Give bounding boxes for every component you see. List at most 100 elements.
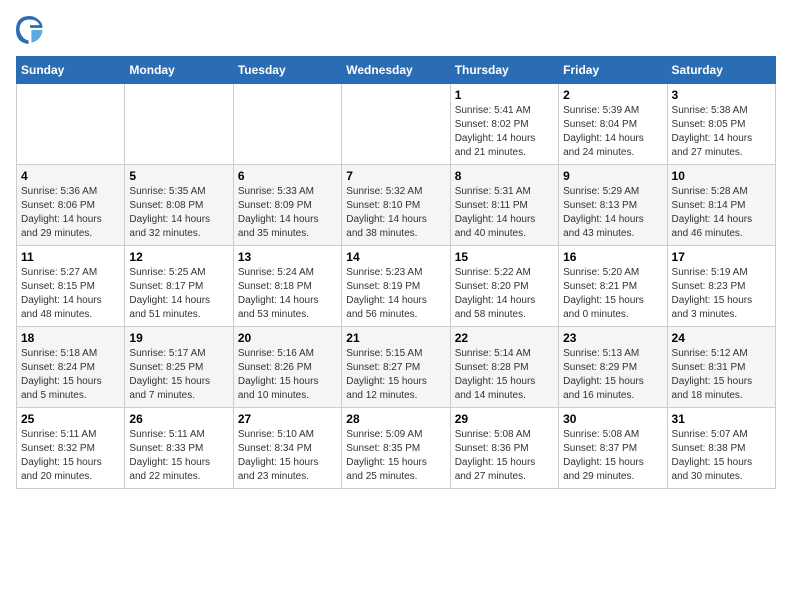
day-number: 28 bbox=[346, 412, 445, 426]
week-row-2: 4 Sunrise: 5:36 AM Sunset: 8:06 PM Daylig… bbox=[17, 165, 776, 246]
calendar-cell: 13 Sunrise: 5:24 AM Sunset: 8:18 PM Dayli… bbox=[233, 246, 341, 327]
day-number: 18 bbox=[21, 331, 120, 345]
calendar-cell: 31 Sunrise: 5:07 AM Sunset: 8:38 PM Dayli… bbox=[667, 408, 775, 489]
day-header-saturday: Saturday bbox=[667, 57, 775, 84]
day-number: 4 bbox=[21, 169, 120, 183]
calendar-cell: 26Sunrise: 5:11 AM Sunset: 8:33 PM Dayli… bbox=[125, 408, 233, 489]
calendar-cell bbox=[342, 84, 450, 165]
day-number: 3 bbox=[672, 88, 771, 102]
day-info: Sunrise: 5:14 AM Sunset: 8:28 PM Dayligh… bbox=[455, 347, 554, 403]
calendar-cell: 15 Sunrise: 5:22 AM Sunset: 8:20 PM Dayli… bbox=[450, 246, 558, 327]
day-number: 10 bbox=[672, 169, 771, 183]
day-info: Sunrise: 5:38 AM Sunset: 8:05 PM Dayligh… bbox=[672, 104, 771, 160]
calendar-cell bbox=[233, 84, 341, 165]
calendar-cell: 17 Sunrise: 5:19 AM Sunset: 8:23 PM Dayli… bbox=[667, 246, 775, 327]
calendar-cell bbox=[17, 84, 125, 165]
calendar-cell: 14 Sunrise: 5:23 AM Sunset: 8:19 PM Dayli… bbox=[342, 246, 450, 327]
day-info: Sunrise: 5:24 AM Sunset: 8:18 PM Dayligh… bbox=[238, 266, 337, 322]
day-number: 14 bbox=[346, 250, 445, 264]
week-row-5: 25 Sunrise: 5:11 AM Sunset: 8:32 PM Dayli… bbox=[17, 408, 776, 489]
days-header-row: SundayMondayTuesdayWednesdayThursdayFrid… bbox=[17, 57, 776, 84]
calendar-cell: 5 Sunrise: 5:35 AM Sunset: 8:08 PM Daylig… bbox=[125, 165, 233, 246]
day-number: 25 bbox=[21, 412, 120, 426]
calendar-cell: 8Sunrise: 5:31 AM Sunset: 8:11 PM Daylig… bbox=[450, 165, 558, 246]
calendar-cell: 27 Sunrise: 5:10 AM Sunset: 8:34 PM Dayli… bbox=[233, 408, 341, 489]
day-info: Sunrise: 5:32 AM Sunset: 8:10 PM Dayligh… bbox=[346, 185, 445, 241]
calendar: SundayMondayTuesdayWednesdayThursdayFrid… bbox=[16, 56, 776, 489]
logo-icon bbox=[16, 16, 44, 44]
day-info: Sunrise: 5:22 AM Sunset: 8:20 PM Dayligh… bbox=[455, 266, 554, 322]
day-info: Sunrise: 5:10 AM Sunset: 8:34 PM Dayligh… bbox=[238, 428, 337, 484]
day-number: 20 bbox=[238, 331, 337, 345]
day-info: Sunrise: 5:41 AM Sunset: 8:02 PM Dayligh… bbox=[455, 104, 554, 160]
day-info: Sunrise: 5:23 AM Sunset: 8:19 PM Dayligh… bbox=[346, 266, 445, 322]
day-number: 17 bbox=[672, 250, 771, 264]
day-info: Sunrise: 5:07 AM Sunset: 8:38 PM Dayligh… bbox=[672, 428, 771, 484]
day-header-friday: Friday bbox=[559, 57, 667, 84]
calendar-cell: 11 Sunrise: 5:27 AM Sunset: 8:15 PM Dayli… bbox=[17, 246, 125, 327]
day-info: Sunrise: 5:28 AM Sunset: 8:14 PM Dayligh… bbox=[672, 185, 771, 241]
day-number: 5 bbox=[129, 169, 228, 183]
day-number: 15 bbox=[455, 250, 554, 264]
day-number: 21 bbox=[346, 331, 445, 345]
calendar-cell: 29 Sunrise: 5:08 AM Sunset: 8:36 PM Dayli… bbox=[450, 408, 558, 489]
day-info: Sunrise: 5:18 AM Sunset: 8:24 PM Dayligh… bbox=[21, 347, 120, 403]
day-info: Sunrise: 5:36 AM Sunset: 8:06 PM Dayligh… bbox=[21, 185, 120, 241]
day-info: Sunrise: 5:16 AM Sunset: 8:26 PM Dayligh… bbox=[238, 347, 337, 403]
day-number: 31 bbox=[672, 412, 771, 426]
day-number: 24 bbox=[672, 331, 771, 345]
calendar-cell: 9 Sunrise: 5:29 AM Sunset: 8:13 PM Daylig… bbox=[559, 165, 667, 246]
day-info: Sunrise: 5:29 AM Sunset: 8:13 PM Dayligh… bbox=[563, 185, 662, 241]
day-info: Sunrise: 5:19 AM Sunset: 8:23 PM Dayligh… bbox=[672, 266, 771, 322]
day-info: Sunrise: 5:08 AM Sunset: 8:36 PM Dayligh… bbox=[455, 428, 554, 484]
day-number: 23 bbox=[563, 331, 662, 345]
day-info: Sunrise: 5:20 AM Sunset: 8:21 PM Dayligh… bbox=[563, 266, 662, 322]
calendar-cell: 28 Sunrise: 5:09 AM Sunset: 8:35 PM Dayli… bbox=[342, 408, 450, 489]
day-info: Sunrise: 5:09 AM Sunset: 8:35 PM Dayligh… bbox=[346, 428, 445, 484]
logo bbox=[16, 16, 48, 44]
day-number: 27 bbox=[238, 412, 337, 426]
day-info: Sunrise: 5:25 AM Sunset: 8:17 PM Dayligh… bbox=[129, 266, 228, 322]
day-info: Sunrise: 5:27 AM Sunset: 8:15 PM Dayligh… bbox=[21, 266, 120, 322]
day-number: 6 bbox=[238, 169, 337, 183]
day-info: Sunrise: 5:35 AM Sunset: 8:08 PM Dayligh… bbox=[129, 185, 228, 241]
day-number: 12 bbox=[129, 250, 228, 264]
day-number: 8 bbox=[455, 169, 554, 183]
day-number: 2 bbox=[563, 88, 662, 102]
day-info: Sunrise: 5:11 AM Sunset: 8:32 PM Dayligh… bbox=[21, 428, 120, 484]
day-number: 29 bbox=[455, 412, 554, 426]
day-number: 22 bbox=[455, 331, 554, 345]
day-header-thursday: Thursday bbox=[450, 57, 558, 84]
calendar-cell: 22 Sunrise: 5:14 AM Sunset: 8:28 PM Dayli… bbox=[450, 327, 558, 408]
calendar-cell: 19 Sunrise: 5:17 AM Sunset: 8:25 PM Dayli… bbox=[125, 327, 233, 408]
day-number: 16 bbox=[563, 250, 662, 264]
calendar-cell: 25 Sunrise: 5:11 AM Sunset: 8:32 PM Dayli… bbox=[17, 408, 125, 489]
day-info: Sunrise: 5:17 AM Sunset: 8:25 PM Dayligh… bbox=[129, 347, 228, 403]
calendar-cell: 24 Sunrise: 5:12 AM Sunset: 8:31 PM Dayli… bbox=[667, 327, 775, 408]
calendar-cell: 10 Sunrise: 5:28 AM Sunset: 8:14 PM Dayli… bbox=[667, 165, 775, 246]
calendar-cell: 2 Sunrise: 5:39 AM Sunset: 8:04 PM Daylig… bbox=[559, 84, 667, 165]
calendar-cell: 23 Sunrise: 5:13 AM Sunset: 8:29 PM Dayli… bbox=[559, 327, 667, 408]
calendar-cell: 21 Sunrise: 5:15 AM Sunset: 8:27 PM Dayli… bbox=[342, 327, 450, 408]
day-info: Sunrise: 5:15 AM Sunset: 8:27 PM Dayligh… bbox=[346, 347, 445, 403]
calendar-cell: 16 Sunrise: 5:20 AM Sunset: 8:21 PM Dayli… bbox=[559, 246, 667, 327]
week-row-1: 1 Sunrise: 5:41 AM Sunset: 8:02 PM Daylig… bbox=[17, 84, 776, 165]
week-row-4: 18 Sunrise: 5:18 AM Sunset: 8:24 PM Dayli… bbox=[17, 327, 776, 408]
day-number: 19 bbox=[129, 331, 228, 345]
calendar-cell: 18 Sunrise: 5:18 AM Sunset: 8:24 PM Dayli… bbox=[17, 327, 125, 408]
day-number: 1 bbox=[455, 88, 554, 102]
calendar-cell: 4 Sunrise: 5:36 AM Sunset: 8:06 PM Daylig… bbox=[17, 165, 125, 246]
day-number: 13 bbox=[238, 250, 337, 264]
day-number: 9 bbox=[563, 169, 662, 183]
day-info: Sunrise: 5:13 AM Sunset: 8:29 PM Dayligh… bbox=[563, 347, 662, 403]
day-number: 7 bbox=[346, 169, 445, 183]
day-number: 26 bbox=[129, 412, 228, 426]
day-header-wednesday: Wednesday bbox=[342, 57, 450, 84]
calendar-cell: 1 Sunrise: 5:41 AM Sunset: 8:02 PM Daylig… bbox=[450, 84, 558, 165]
calendar-cell: 6 Sunrise: 5:33 AM Sunset: 8:09 PM Daylig… bbox=[233, 165, 341, 246]
day-number: 11 bbox=[21, 250, 120, 264]
day-info: Sunrise: 5:39 AM Sunset: 8:04 PM Dayligh… bbox=[563, 104, 662, 160]
day-info: Sunrise: 5:33 AM Sunset: 8:09 PM Dayligh… bbox=[238, 185, 337, 241]
week-row-3: 11 Sunrise: 5:27 AM Sunset: 8:15 PM Dayli… bbox=[17, 246, 776, 327]
day-info: Sunrise: 5:12 AM Sunset: 8:31 PM Dayligh… bbox=[672, 347, 771, 403]
